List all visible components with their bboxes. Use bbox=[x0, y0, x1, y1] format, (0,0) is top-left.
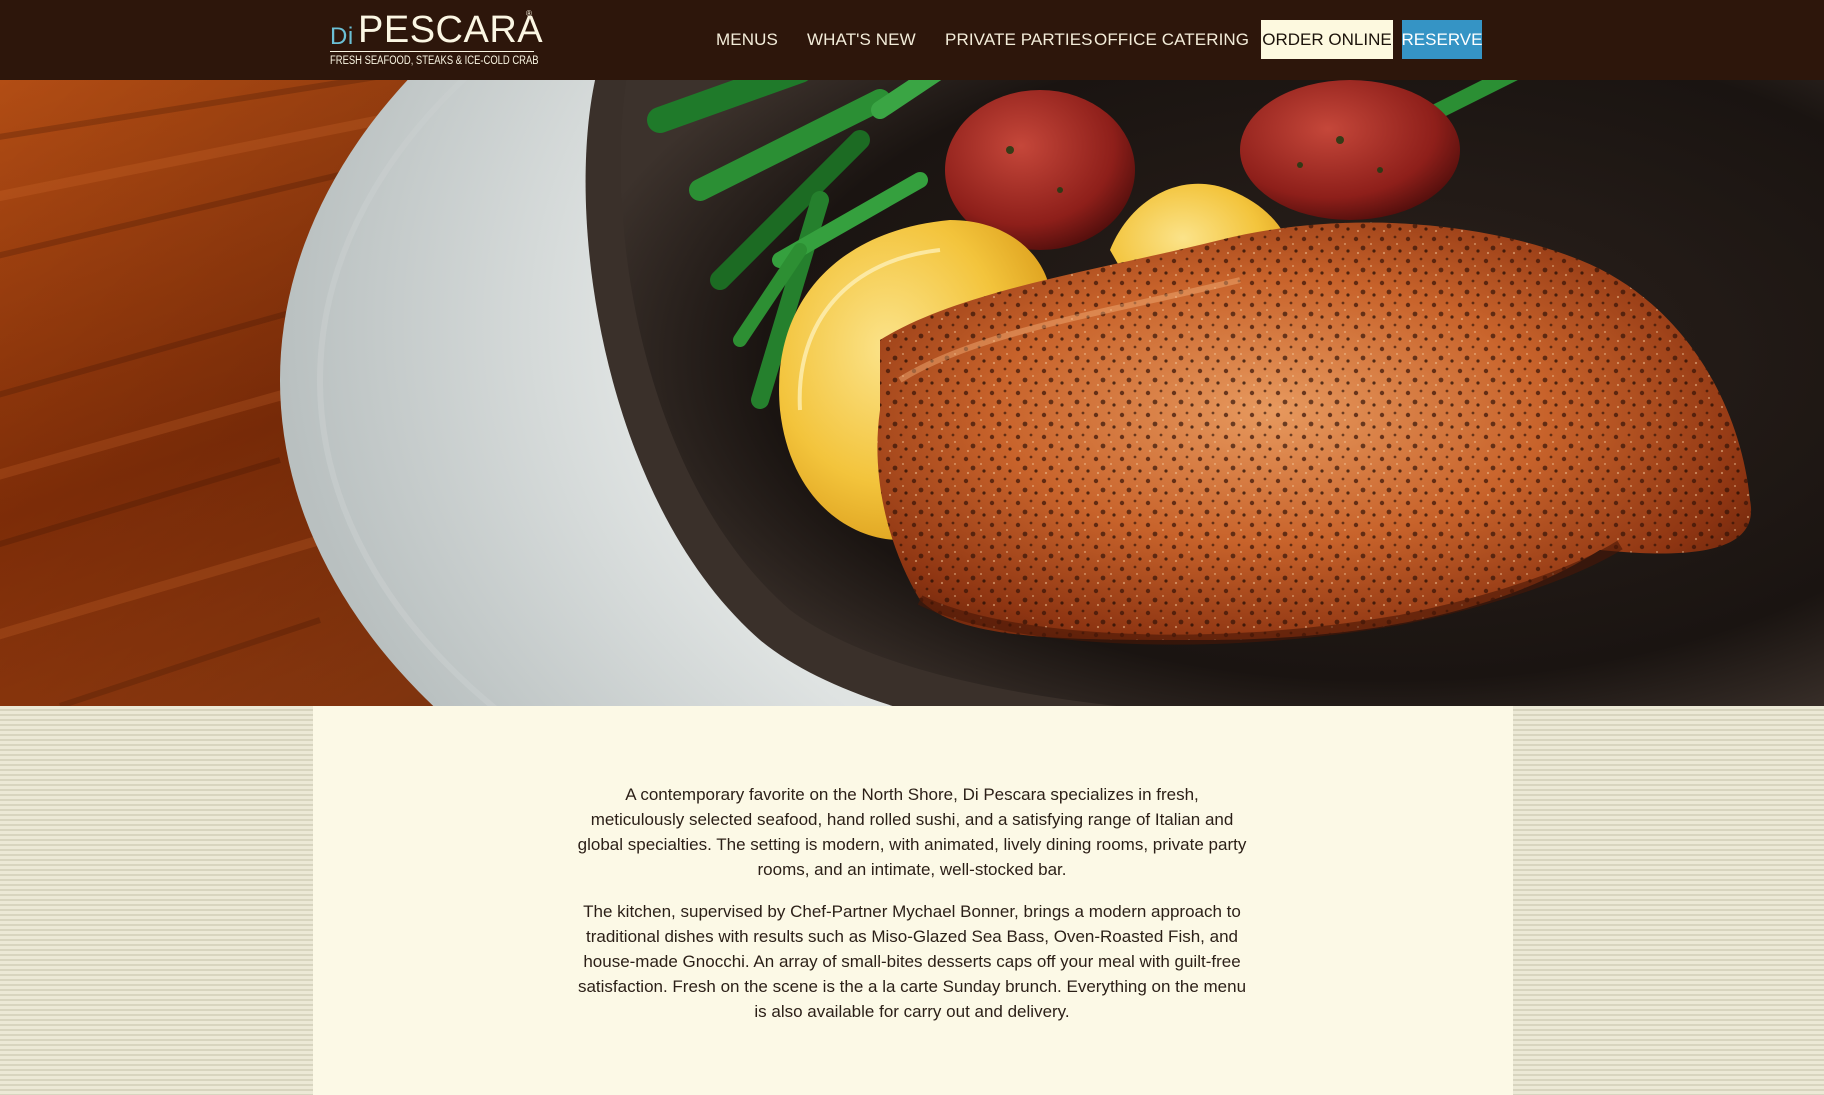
nav-item-private-parties[interactable]: PRIVATE PARTIES bbox=[945, 28, 1093, 52]
site-logo[interactable]: Di PESCARA ® FRESH SEAFOOD, STEAKS & ICE… bbox=[330, 9, 543, 71]
about-paragraph-intro: A contemporary favorite on the North Sho… bbox=[577, 785, 1247, 879]
nav-item-office-catering[interactable]: OFFICE CATERING bbox=[1094, 28, 1249, 52]
about-copy: A contemporary favorite on the North Sho… bbox=[577, 782, 1247, 1041]
striped-background-right bbox=[1513, 706, 1824, 1095]
reserve-button[interactable]: RESERVE bbox=[1402, 20, 1482, 59]
logo-prefix: Di bbox=[330, 23, 354, 50]
nav-item-whats-new[interactable]: WHAT'S NEW bbox=[807, 28, 916, 52]
about-section: A contemporary favorite on the North Sho… bbox=[313, 706, 1513, 1095]
order-online-button[interactable]: ORDER ONLINE bbox=[1261, 20, 1393, 59]
logo-registered-mark: ® bbox=[526, 9, 532, 18]
logo-name: PESCARA bbox=[358, 9, 544, 51]
site-header: Di PESCARA ® FRESH SEAFOOD, STEAKS & ICE… bbox=[0, 0, 1824, 80]
striped-background-left bbox=[0, 706, 313, 1095]
logo-tagline: FRESH SEAFOOD, STEAKS & ICE-COLD CRAB bbox=[330, 55, 539, 67]
nav-item-menus[interactable]: MENUS bbox=[716, 28, 778, 52]
hero-food-photo bbox=[0, 80, 1824, 706]
about-paragraph-kitchen: The kitchen, supervised by Chef-Partner … bbox=[577, 902, 1247, 1021]
logo-divider bbox=[330, 51, 534, 52]
hero-image bbox=[0, 80, 1824, 706]
